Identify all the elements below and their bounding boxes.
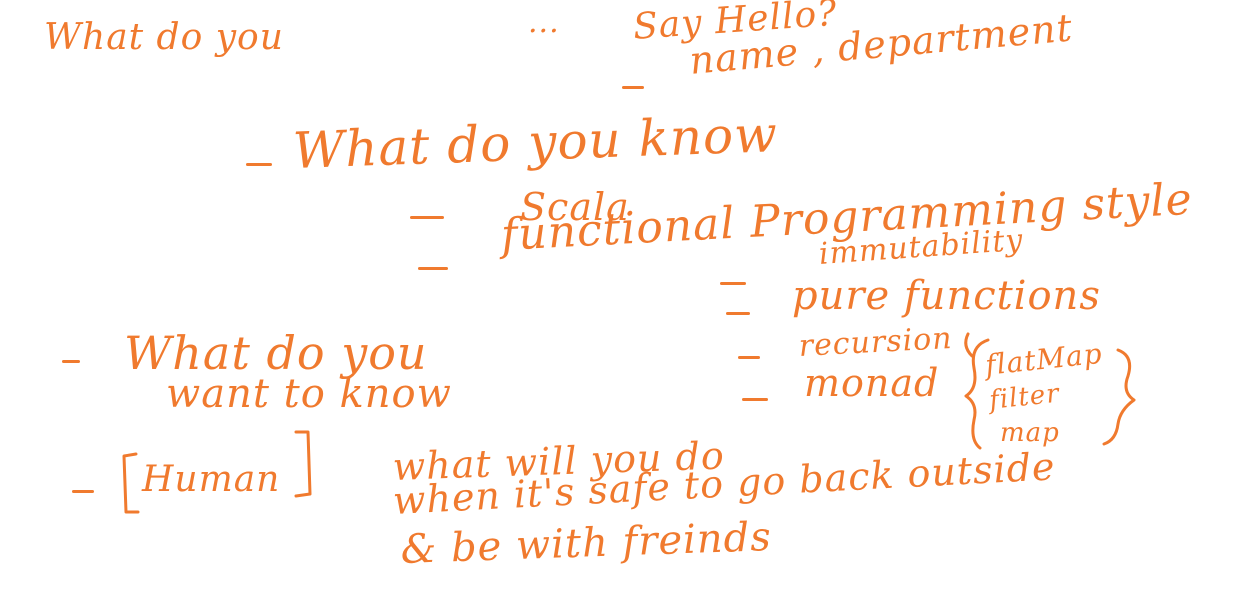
left-curly-brace <box>964 338 990 450</box>
small-paren <box>964 332 974 358</box>
left-square-bracket <box>122 452 140 514</box>
bracket-marks <box>122 332 1136 514</box>
right-square-bracket <box>294 430 312 498</box>
whiteboard-canvas: What do you ... Say Hello? name , depart… <box>0 0 1240 590</box>
right-curly-brace <box>1102 348 1136 446</box>
